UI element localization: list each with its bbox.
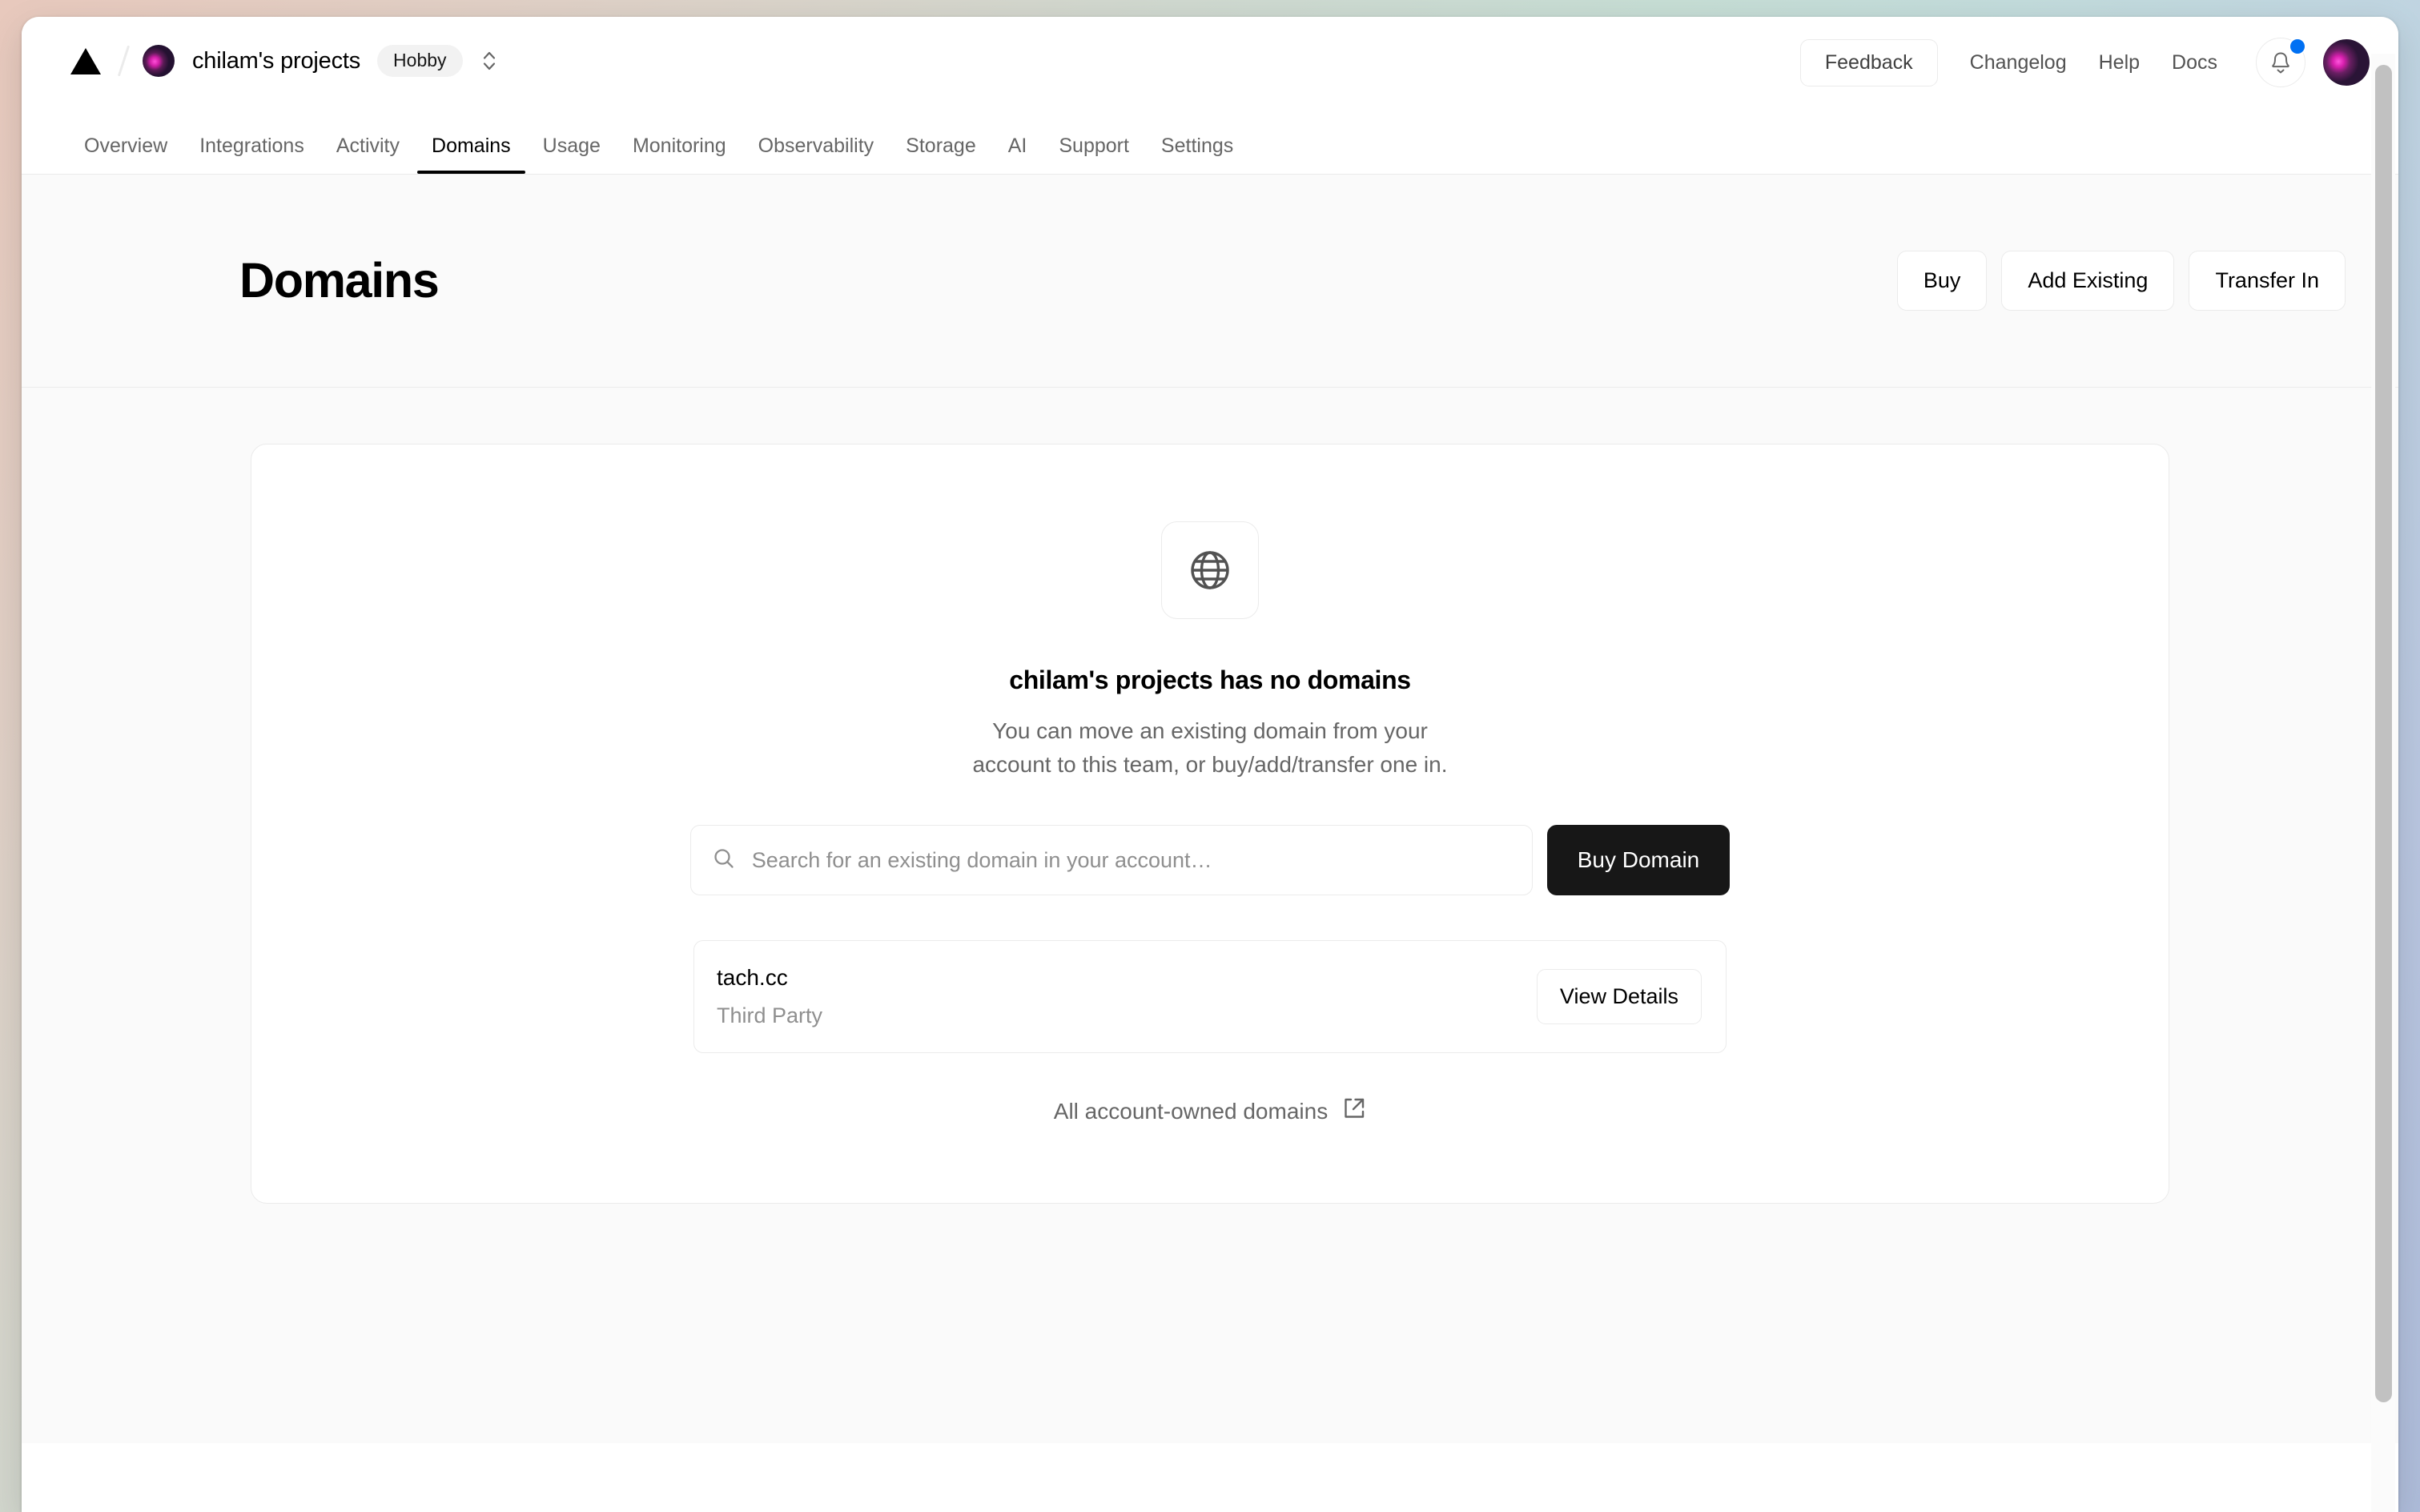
view-details-button[interactable]: View Details: [1537, 969, 1702, 1024]
empty-state-description: You can move an existing domain from you…: [972, 714, 1447, 782]
list-item: tach.cc Third Party View Details: [693, 940, 1727, 1053]
tab-usage[interactable]: Usage: [527, 136, 617, 174]
avatar[interactable]: [2323, 39, 2370, 86]
search-icon: [712, 846, 736, 875]
page-header: Domains Buy Add Existing Transfer In: [22, 175, 2398, 388]
global-header: chilam's projects Hobby Feedback Changel…: [22, 17, 2398, 175]
page-title: Domains: [239, 256, 439, 305]
tab-observability[interactable]: Observability: [742, 136, 890, 174]
primary-nav: Overview Integrations Activity Domains U…: [22, 105, 2398, 174]
domain-search-row: Buy Domain: [690, 825, 1731, 895]
all-account-owned-domains-link[interactable]: All account-owned domains: [1054, 1096, 1366, 1126]
globe-icon: [1185, 545, 1235, 595]
search-input-container[interactable]: [690, 825, 1533, 895]
changelog-link[interactable]: Changelog: [1970, 51, 2067, 74]
tab-domains[interactable]: Domains: [416, 136, 527, 174]
team-switcher[interactable]: chilam's projects Hobby: [143, 45, 500, 77]
chevron-up-down-icon[interactable]: [479, 46, 500, 75]
app-window: chilam's projects Hobby Feedback Changel…: [22, 17, 2398, 1512]
vertical-scrollbar[interactable]: [2371, 54, 2395, 1512]
docs-link[interactable]: Docs: [2172, 51, 2217, 74]
empty-state-description-line2: account to this team, or buy/add/transfe…: [972, 752, 1447, 777]
domain-subtitle: Third Party: [717, 1005, 822, 1027]
buy-button[interactable]: Buy: [1897, 251, 1988, 311]
breadcrumb-separator: [118, 46, 130, 77]
tab-monitoring[interactable]: Monitoring: [617, 136, 742, 174]
add-existing-button[interactable]: Add Existing: [2001, 251, 2174, 311]
feedback-button[interactable]: Feedback: [1800, 39, 1938, 86]
globe-icon-container: [1161, 521, 1259, 619]
page-content: chilam's projects has no domains You can…: [22, 388, 2398, 1443]
empty-state-card: chilam's projects has no domains You can…: [251, 444, 2169, 1204]
bell-icon: [2269, 49, 2293, 76]
external-link-icon: [1342, 1096, 1366, 1126]
transfer-in-button[interactable]: Transfer In: [2189, 251, 2346, 311]
all-account-owned-domains-label: All account-owned domains: [1054, 1099, 1328, 1124]
tab-storage[interactable]: Storage: [890, 136, 992, 174]
tab-support[interactable]: Support: [1043, 136, 1145, 174]
search-input[interactable]: [752, 826, 1511, 895]
team-name: chilam's projects: [192, 48, 360, 74]
tab-activity[interactable]: Activity: [320, 136, 416, 174]
page-header-actions: Buy Add Existing Transfer In: [1897, 251, 2346, 311]
notification-unread-dot: [2289, 38, 2306, 55]
tab-ai[interactable]: AI: [992, 136, 1043, 174]
vercel-triangle-icon[interactable]: [68, 43, 103, 78]
empty-state-title: chilam's projects has no domains: [1009, 667, 1410, 693]
scrollbar-thumb[interactable]: [2375, 65, 2392, 1402]
empty-state-description-line1: You can move an existing domain from you…: [992, 718, 1428, 743]
tab-overview[interactable]: Overview: [68, 136, 183, 174]
plan-badge: Hobby: [377, 45, 462, 77]
domain-info: tach.cc Third Party: [717, 967, 822, 1027]
tab-integrations[interactable]: Integrations: [183, 136, 320, 174]
domain-name: tach.cc: [717, 967, 822, 989]
team-avatar: [143, 45, 175, 77]
header-actions: Feedback Changelog Help Docs: [1800, 38, 2370, 87]
buy-domain-button[interactable]: Buy Domain: [1547, 825, 1731, 895]
tab-settings[interactable]: Settings: [1145, 136, 1249, 174]
notifications-button[interactable]: [2256, 38, 2305, 87]
help-link[interactable]: Help: [2099, 51, 2140, 74]
